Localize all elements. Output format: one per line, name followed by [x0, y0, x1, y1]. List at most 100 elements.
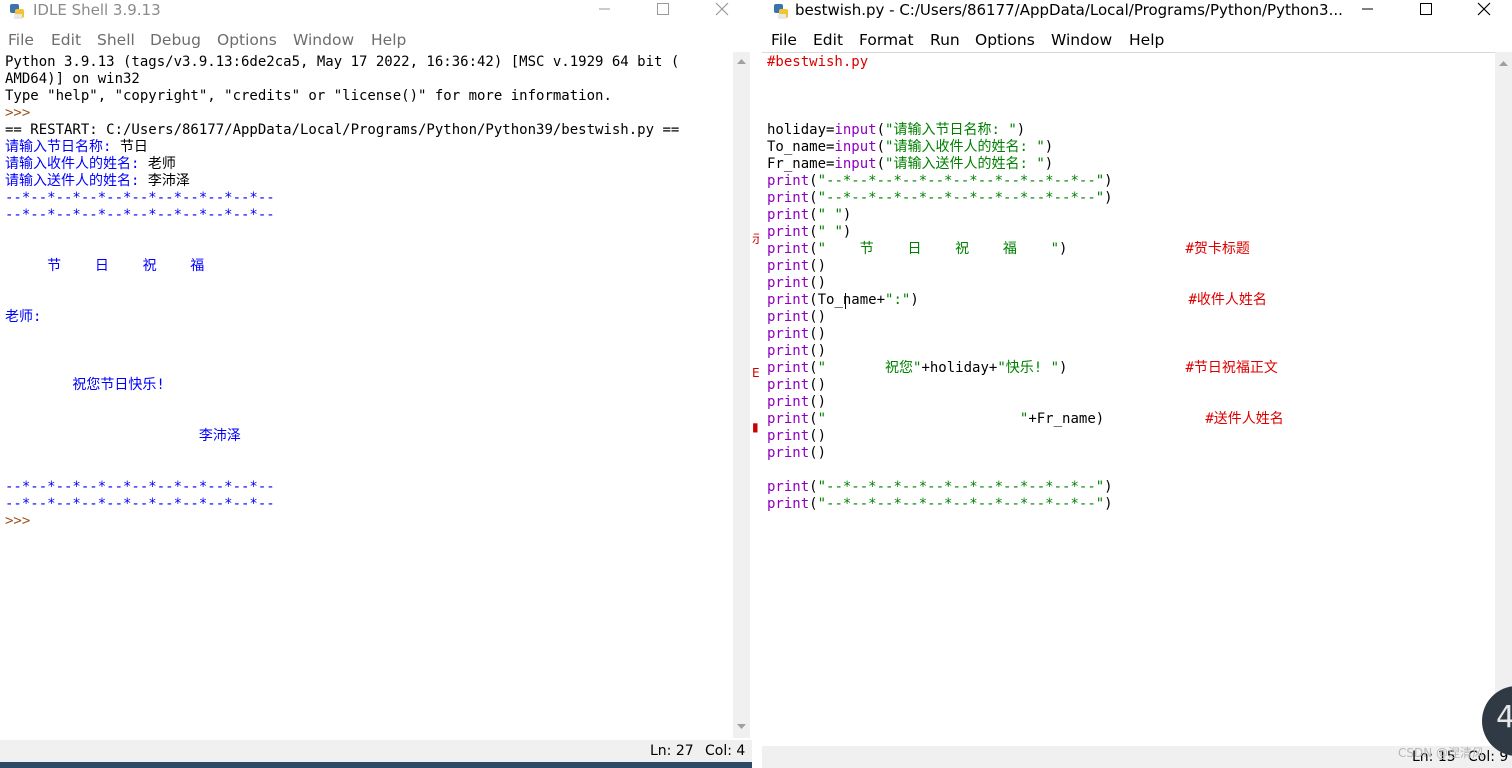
shell-output-line: >>>: [5, 105, 30, 122]
code-token: (: [809, 241, 818, 257]
menu-window[interactable]: Window: [293, 30, 354, 50]
menu-shell[interactable]: Shell: [97, 30, 135, 50]
editor-code-area[interactable]: #bestwish.py holiday=input("请输入节日名称: ") To…: [762, 54, 1493, 748]
code-token: print: [767, 479, 810, 495]
code-line: print(): [767, 326, 826, 343]
user-input-text: 节日: [119, 139, 148, 155]
python-icon: [10, 4, 24, 19]
menu-help[interactable]: Help: [1129, 30, 1164, 50]
code-line: To_name=input("请输入收件人的姓名: "): [767, 139, 1053, 156]
taskbar-strip: [0, 762, 752, 768]
window-divider: [752, 0, 762, 768]
code-token: " ": [817, 207, 843, 223]
code-token: ): [1104, 190, 1113, 206]
shell-menubar: File Edit Shell Debug Options Window Hel…: [0, 28, 752, 52]
maximize-button[interactable]: [648, 0, 678, 20]
code-token: (): [809, 258, 827, 274]
code-token: #送件人姓名: [1205, 411, 1284, 427]
menu-options[interactable]: Options: [217, 30, 277, 50]
shell-output-line: Type "help", "copyright", "credits" or "…: [5, 88, 612, 105]
user-input-text: 李沛泽: [147, 173, 190, 189]
code-token: (): [809, 343, 827, 359]
maximize-icon: [657, 3, 669, 15]
maximize-button[interactable]: [1411, 0, 1441, 20]
editor-menubar: File Edit Format Run Options Window Help: [762, 28, 1512, 52]
shell-line-text: Python 3.9.13 (tags/v3.9.13:6de2ca5, May…: [5, 54, 680, 70]
menu-edit[interactable]: Edit: [51, 30, 81, 50]
code-token: print: [767, 326, 810, 342]
code-token: "--*--*--*--*--*--*--*--*--*--*--": [817, 173, 1105, 189]
code-token: (): [809, 309, 827, 325]
code-token: input: [834, 139, 877, 155]
python-icon: [774, 4, 788, 19]
menu-edit[interactable]: Edit: [813, 30, 843, 50]
code-token: ): [1044, 156, 1054, 172]
shell-scrollbar[interactable]: [733, 52, 750, 738]
code-token: #贺卡标题: [1185, 241, 1250, 257]
code-token: (: [809, 224, 818, 240]
code-line: Fr_name=input("请输入送件人的姓名: "): [767, 156, 1053, 173]
close-button[interactable]: [1469, 0, 1499, 20]
menu-file[interactable]: File: [8, 30, 34, 50]
code-token: (: [809, 479, 818, 495]
menu-debug[interactable]: Debug: [150, 30, 201, 50]
code-token: print: [767, 360, 810, 376]
menu-format[interactable]: Format: [859, 30, 914, 50]
code-token: "--*--*--*--*--*--*--*--*--*--*--": [817, 496, 1105, 512]
menu-file[interactable]: File: [771, 30, 797, 50]
code-token: (: [809, 360, 818, 376]
shell-line-text: 请输入节日名称:: [5, 139, 120, 155]
menu-window[interactable]: Window: [1051, 30, 1112, 50]
shell-output-line: 请输入送件人的姓名: 李沛泽: [5, 173, 190, 190]
text-cursor: [845, 293, 846, 309]
editor-window: bestwish.py - C:/Users/86177/AppData/Loc…: [762, 0, 1512, 768]
shell-output[interactable]: Python 3.9.13 (tags/v3.9.13:6de2ca5, May…: [0, 54, 733, 740]
shell-output-line: --*--*--*--*--*--*--*--*--*--*--: [5, 479, 275, 496]
watermark: CSDN @涅清风: [1398, 746, 1485, 760]
close-icon: [715, 2, 729, 16]
scroll-arrows-icon: [737, 59, 746, 729]
code-line: print(): [767, 275, 826, 292]
code-token: "--*--*--*--*--*--*--*--*--*--*--": [817, 479, 1105, 495]
code-token: +Fr_name): [1028, 411, 1105, 427]
code-token: (): [809, 377, 827, 393]
shell-line-text: 请输入收件人的姓名:: [5, 156, 148, 172]
shell-line-text: 节 日 祝 福: [5, 258, 205, 274]
code-line: print(): [767, 394, 826, 411]
minimize-icon: [1362, 8, 1373, 10]
close-button[interactable]: [707, 0, 737, 20]
code-token: print: [767, 428, 810, 444]
minimize-button[interactable]: [1352, 0, 1382, 20]
minimize-button[interactable]: [589, 0, 619, 20]
code-token: input: [834, 122, 877, 138]
menu-run[interactable]: Run: [930, 30, 960, 50]
code-token: ): [1016, 122, 1026, 138]
code-token: "请输入节日名称: ": [885, 122, 1017, 138]
code-token: " 节 日 祝 福 ": [817, 241, 1060, 257]
shell-line-text: 李沛泽: [5, 428, 241, 444]
shell-output-line: 李沛泽: [5, 428, 241, 445]
code-token: print: [767, 190, 810, 206]
code-line: print(" "): [767, 207, 851, 224]
background-fragment: ▮: [752, 420, 759, 434]
shell-titlebar: IDLE Shell 3.9.13: [0, 0, 752, 22]
maximize-icon: [1420, 3, 1432, 15]
code-token: (: [876, 122, 886, 138]
editor-scrollbar[interactable]: [1495, 52, 1512, 746]
menu-options[interactable]: Options: [975, 30, 1035, 50]
code-token: #收件人姓名: [1188, 292, 1267, 308]
code-line: print(): [767, 445, 826, 462]
code-token: "--*--*--*--*--*--*--*--*--*--*--": [817, 190, 1105, 206]
menu-help[interactable]: Help: [371, 30, 406, 50]
shell-line-text: == RESTART: C:/Users/86177/AppData/Local…: [5, 122, 680, 138]
code-token: " ": [817, 224, 843, 240]
code-token: (: [809, 207, 818, 223]
code-line: print("--*--*--*--*--*--*--*--*--*--*--"…: [767, 479, 1113, 496]
code-token: ): [842, 224, 852, 240]
code-token: holiday=: [767, 122, 835, 138]
shell-window-title: IDLE Shell 3.9.13: [33, 1, 161, 19]
shell-output-line: == RESTART: C:/Users/86177/AppData/Local…: [5, 122, 679, 139]
code-line: print(): [767, 377, 826, 394]
code-line: print(" "): [767, 224, 851, 241]
